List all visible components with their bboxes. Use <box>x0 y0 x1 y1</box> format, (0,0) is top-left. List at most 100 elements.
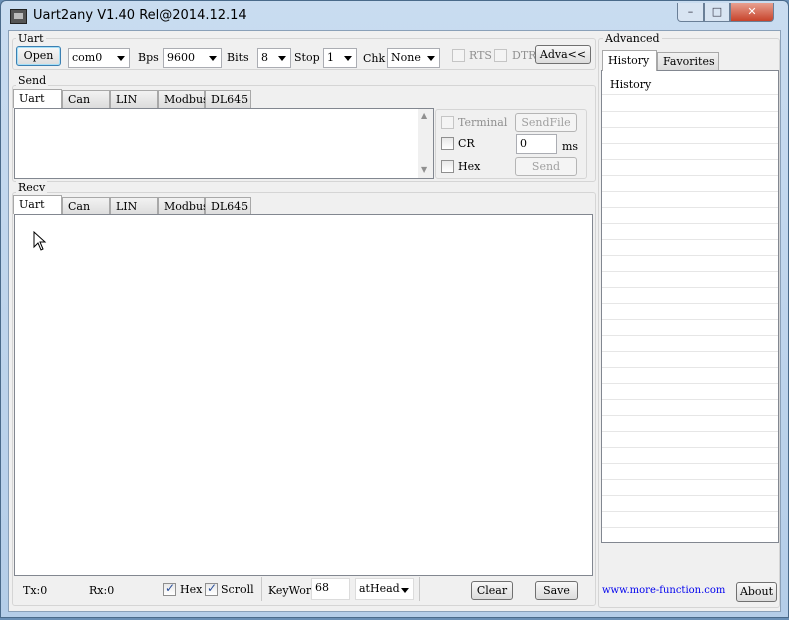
bps-label: Bps <box>138 51 159 64</box>
chk-label: Chk <box>363 52 386 65</box>
scroll-label: Scroll <box>221 583 254 596</box>
history-row[interactable] <box>602 144 778 160</box>
history-row[interactable] <box>602 384 778 400</box>
stop-value: 1 <box>327 51 334 64</box>
recv-tab-uart[interactable]: Uart <box>13 195 62 214</box>
history-row[interactable] <box>602 256 778 272</box>
keyword-position-select[interactable]: atHead <box>355 578 414 600</box>
advanced-group-label: Advanced <box>603 32 662 45</box>
bps-select[interactable]: 9600 <box>163 48 222 68</box>
history-row[interactable] <box>602 368 778 384</box>
chevron-down-icon <box>278 56 286 61</box>
close-button[interactable]: ✕ <box>730 3 774 22</box>
history-row[interactable] <box>602 112 778 128</box>
send-tab-can[interactable]: Can <box>62 90 110 108</box>
save-button[interactable]: Save <box>535 581 578 600</box>
port-select[interactable]: com0 <box>68 48 130 68</box>
recv-tab-modbus[interactable]: Modbus <box>158 197 209 215</box>
rx-count: Rx:0 <box>89 584 115 597</box>
history-row[interactable] <box>602 128 778 144</box>
history-row[interactable] <box>602 432 778 448</box>
keyword-input[interactable]: 68 <box>311 578 350 600</box>
hex-recv-label: Hex <box>180 583 203 596</box>
clear-button[interactable]: Clear <box>471 581 513 600</box>
history-row[interactable] <box>602 160 778 176</box>
scroll-checkbox[interactable] <box>205 581 218 596</box>
advanced-toggle-button[interactable]: Adva<< <box>535 45 591 64</box>
history-list[interactable]: History <box>601 70 779 543</box>
chk-select[interactable]: None <box>387 48 440 68</box>
port-value: com0 <box>72 51 103 64</box>
dtr-label: DTR <box>512 49 537 62</box>
terminal-label: Terminal <box>458 116 508 129</box>
history-row[interactable] <box>602 528 778 542</box>
history-row[interactable] <box>602 272 778 288</box>
history-row[interactable] <box>602 400 778 416</box>
history-row[interactable] <box>602 320 778 336</box>
chevron-down-icon <box>117 56 125 61</box>
hex-send-checkbox[interactable] <box>441 160 454 173</box>
history-row[interactable] <box>602 480 778 496</box>
recv-tab-dl645[interactable]: DL645 <box>205 197 251 215</box>
terminal-checkbox[interactable] <box>441 116 454 129</box>
chevron-down-icon <box>427 56 435 61</box>
send-tab-modbus[interactable]: Modbus <box>158 90 209 108</box>
send-tab-lin[interactable]: LIN <box>110 90 158 108</box>
stop-label: Stop <box>294 51 320 64</box>
history-row[interactable] <box>602 416 778 432</box>
send-button[interactable]: Send <box>515 157 577 176</box>
divider <box>261 577 262 601</box>
dtr-checkbox[interactable] <box>494 49 507 62</box>
history-row[interactable] <box>602 304 778 320</box>
maximize-button[interactable]: □ <box>704 3 730 22</box>
scroll-down-icon[interactable]: ▼ <box>421 165 427 174</box>
cr-label: CR <box>458 137 475 150</box>
chevron-down-icon <box>401 588 409 593</box>
history-row[interactable] <box>602 96 778 112</box>
send-tab-uart[interactable]: Uart <box>13 89 62 108</box>
recv-tab-can[interactable]: Can <box>62 197 110 215</box>
cr-checkbox[interactable] <box>441 137 454 150</box>
history-row[interactable] <box>602 352 778 368</box>
stop-select[interactable]: 1 <box>323 48 357 68</box>
send-group-label: Send <box>16 74 49 87</box>
bits-select[interactable]: 8 <box>257 48 291 68</box>
about-button[interactable]: About <box>736 582 777 602</box>
chevron-down-icon <box>344 56 352 61</box>
history-row[interactable] <box>602 336 778 352</box>
history-row[interactable] <box>602 448 778 464</box>
scroll-up-icon[interactable]: ▲ <box>421 111 427 120</box>
bps-value: 9600 <box>167 51 195 64</box>
history-column-header[interactable]: History <box>602 71 778 95</box>
send-textarea[interactable] <box>14 108 434 179</box>
bits-value: 8 <box>261 51 268 64</box>
open-button[interactable]: Open <box>16 46 61 66</box>
tab-favorites[interactable]: Favorites <box>657 52 719 70</box>
website-link[interactable]: www.more-function.com <box>602 585 725 596</box>
bits-label: Bits <box>227 51 249 64</box>
history-row[interactable] <box>602 496 778 512</box>
history-row[interactable] <box>602 464 778 480</box>
tab-history[interactable]: History <box>602 50 657 71</box>
hex-recv-checkbox[interactable] <box>163 581 176 596</box>
recv-tab-lin[interactable]: LIN <box>110 197 158 215</box>
send-tab-dl645[interactable]: DL645 <box>205 90 251 108</box>
history-row[interactable] <box>602 224 778 240</box>
window-title: Uart2any V1.40 Rel@2014.12.14 <box>33 8 247 23</box>
history-row[interactable] <box>602 176 778 192</box>
history-row[interactable] <box>602 192 778 208</box>
tx-count: Tx:0 <box>23 584 48 597</box>
history-row[interactable] <box>602 208 778 224</box>
history-row[interactable] <box>602 512 778 528</box>
history-row[interactable] <box>602 288 778 304</box>
position-value: atHead <box>359 582 400 595</box>
app-icon <box>10 9 27 24</box>
sendfile-button[interactable]: SendFile <box>515 113 577 132</box>
mouse-cursor-icon <box>33 231 47 251</box>
history-row[interactable] <box>602 240 778 256</box>
recv-textarea[interactable] <box>14 214 593 576</box>
rts-checkbox[interactable] <box>452 49 465 62</box>
interval-input[interactable]: 0 <box>516 134 557 154</box>
minimize-button[interactable]: – <box>677 3 704 22</box>
send-scrollbar[interactable]: ▲ ▼ <box>418 109 433 178</box>
